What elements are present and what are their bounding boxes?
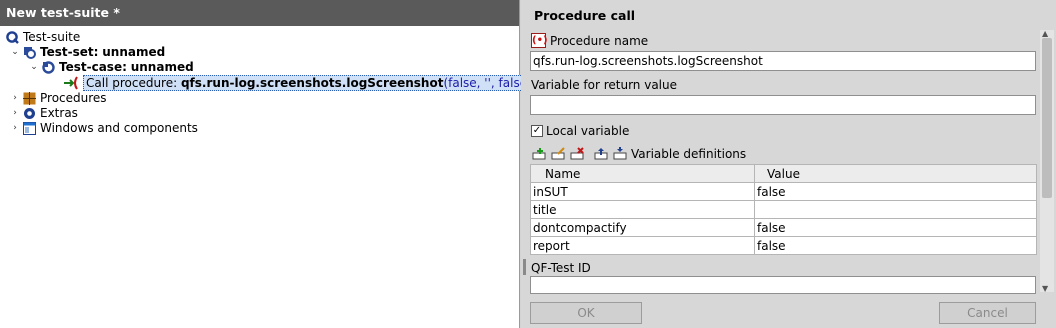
extras-icon [23,107,36,120]
call-procedure-name: qfs.run-log.screenshots.logScreenshot [180,75,444,90]
splitter-handle[interactable] [523,259,526,275]
tree-label-name: unnamed [102,45,166,59]
procedure-call-icon [63,76,79,90]
cell-name[interactable]: report [530,236,755,255]
table-row[interactable]: inSUT false [530,182,1037,201]
cell-value[interactable]: false [754,218,1037,237]
tree-node-call-procedure[interactable]: Call procedure: qfs.run-log.screenshots.… [63,74,571,91]
qftest-id-input[interactable] [530,276,1036,294]
chevron-down-icon[interactable]: ⌄ [29,60,39,75]
tree-label: Windows and components [40,121,198,135]
add-row-icon[interactable] [532,147,547,160]
panel-title: Procedure call [534,8,636,23]
cell-name[interactable]: title [530,200,755,219]
procedures-icon [23,92,36,105]
test-suite-panel: New test-suite * Test-suite ⌄ Test-set: … [0,0,571,328]
procedure-name-input[interactable]: qfs.run-log.screenshots.logScreenshot [530,51,1036,71]
ok-button[interactable]: OK [530,302,642,324]
window-icon [23,122,36,135]
table-header-row: Name Value [530,164,1037,183]
variable-definitions-label: Variable definitions [631,147,747,161]
cell-value[interactable]: false [754,182,1037,201]
selected-node-label[interactable]: Call procedure: qfs.run-log.screenshots.… [83,74,571,91]
column-header-name[interactable]: Name [530,164,755,183]
qftest-id-label: QF-Test ID [531,261,591,275]
chevron-right-icon[interactable]: › [10,121,20,136]
procedure-call-panel: Procedure call (•) Procedure name qfs.ru… [521,0,1056,328]
move-down-icon[interactable] [613,147,628,160]
return-variable-input[interactable] [530,95,1036,115]
scrollbar-thumb[interactable] [1042,38,1052,198]
panel-title: New test-suite * [0,0,519,26]
tree-label-prefix: Test-case: [59,60,127,74]
return-variable-label: Variable for return value [531,78,677,92]
tree-node-test-case[interactable]: ⌄ Test-case: unnamed [29,60,194,75]
table-row[interactable]: title [530,200,1037,219]
cancel-button[interactable]: Cancel [939,302,1036,324]
chevron-right-icon[interactable]: › [10,106,20,121]
tree-label: Test-suite [23,30,81,44]
cell-name[interactable]: inSUT [530,182,755,201]
edit-row-icon[interactable] [551,147,566,160]
cell-name[interactable]: dontcompactify [530,218,755,237]
chevron-down-icon[interactable]: ⌄ [10,45,20,60]
procedure-icon: (•) [531,33,548,48]
column-header-value[interactable]: Value [754,164,1037,183]
cell-value[interactable]: false [754,236,1037,255]
tree-node-test-suite[interactable]: Test-suite [6,30,80,45]
variable-definitions-table: Name Value inSUT false title dontcompact… [530,164,1037,255]
tree-label-name: unnamed [130,60,194,74]
tree-label: Extras [40,106,78,120]
tree-node-test-set[interactable]: ⌄ Test-set: unnamed [10,45,165,60]
tree-node-extras[interactable]: › Extras [10,106,78,121]
table-row[interactable]: dontcompactify false [530,218,1037,237]
test-case-icon [42,61,55,74]
move-up-icon[interactable] [594,147,609,160]
test-suite-icon [6,31,19,44]
tree-label: Procedures [40,91,107,105]
table-row[interactable]: report false [530,236,1037,255]
tree-label-prefix: Test-set: [40,45,99,59]
test-set-icon [23,46,36,59]
local-variable-label: Local variable [546,124,630,138]
tree-node-windows-components[interactable]: › Windows and components [10,121,198,136]
scroll-up-icon[interactable]: ▲ [1042,29,1048,38]
procedure-name-label: Procedure name [550,34,649,48]
cell-value[interactable] [754,200,1037,219]
delete-row-icon[interactable] [570,147,585,160]
chevron-right-icon[interactable]: › [10,91,20,106]
scroll-down-icon[interactable]: ▼ [1042,284,1048,293]
local-variable-checkbox[interactable]: ✓ [531,125,543,137]
tree-node-procedures[interactable]: › Procedures [10,91,107,106]
vertical-scrollbar[interactable]: ▲ ▼ [1040,29,1054,293]
call-prefix: Call procedure: [86,75,181,90]
